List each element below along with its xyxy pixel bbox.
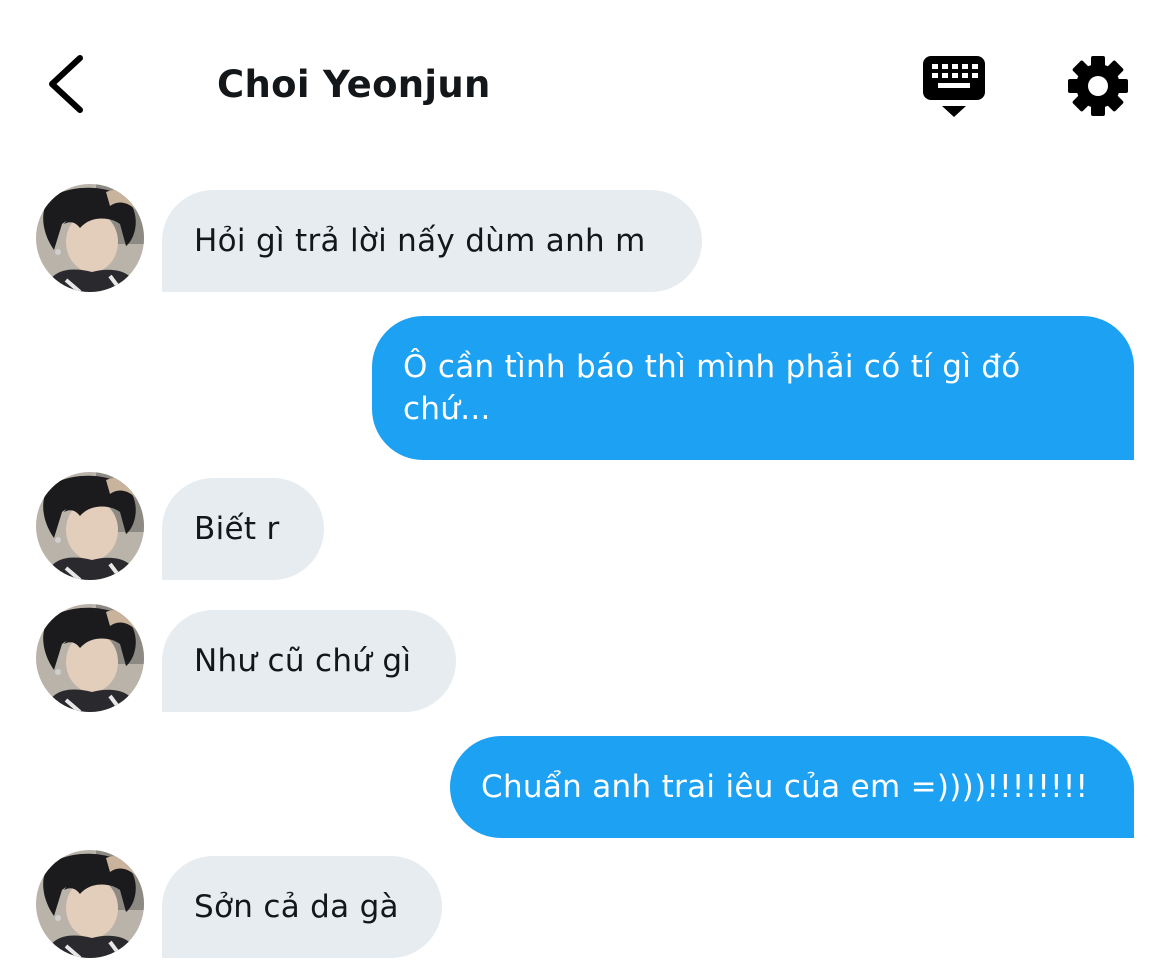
outgoing-message-bubble[interactable]: Chuẩn anh trai iêu của em =))))!!!!!!!! <box>450 736 1134 838</box>
conversation-title: Choi Yeonjun <box>217 63 491 106</box>
incoming-message-bubble[interactable]: Hỏi gì trả lời nấy dùm anh m <box>162 190 702 292</box>
contact-avatar[interactable] <box>36 472 144 580</box>
keyboard-toggle-button[interactable] <box>920 54 988 120</box>
avatar-image <box>36 472 144 580</box>
settings-button[interactable] <box>1066 54 1130 118</box>
contact-avatar[interactable] <box>36 604 144 712</box>
keyboard-icon <box>923 56 985 117</box>
back-button[interactable] <box>40 52 96 116</box>
contact-avatar[interactable] <box>36 184 144 292</box>
gear-icon <box>1068 56 1128 116</box>
conversation-header: Choi Yeonjun <box>0 0 1170 170</box>
avatar-image <box>36 850 144 958</box>
outgoing-message-bubble[interactable]: Ô cần tình báo thì mình phải có tí gì đó… <box>372 316 1134 460</box>
incoming-message-bubble[interactable]: Sởn cả da gà <box>162 856 442 958</box>
incoming-message-bubble[interactable]: Như cũ chứ gì <box>162 610 456 712</box>
incoming-message-bubble[interactable]: Biết r <box>162 478 324 580</box>
chevron-left-icon <box>49 55 83 113</box>
avatar-image <box>36 184 144 292</box>
avatar-image <box>36 604 144 712</box>
contact-avatar[interactable] <box>36 850 144 958</box>
